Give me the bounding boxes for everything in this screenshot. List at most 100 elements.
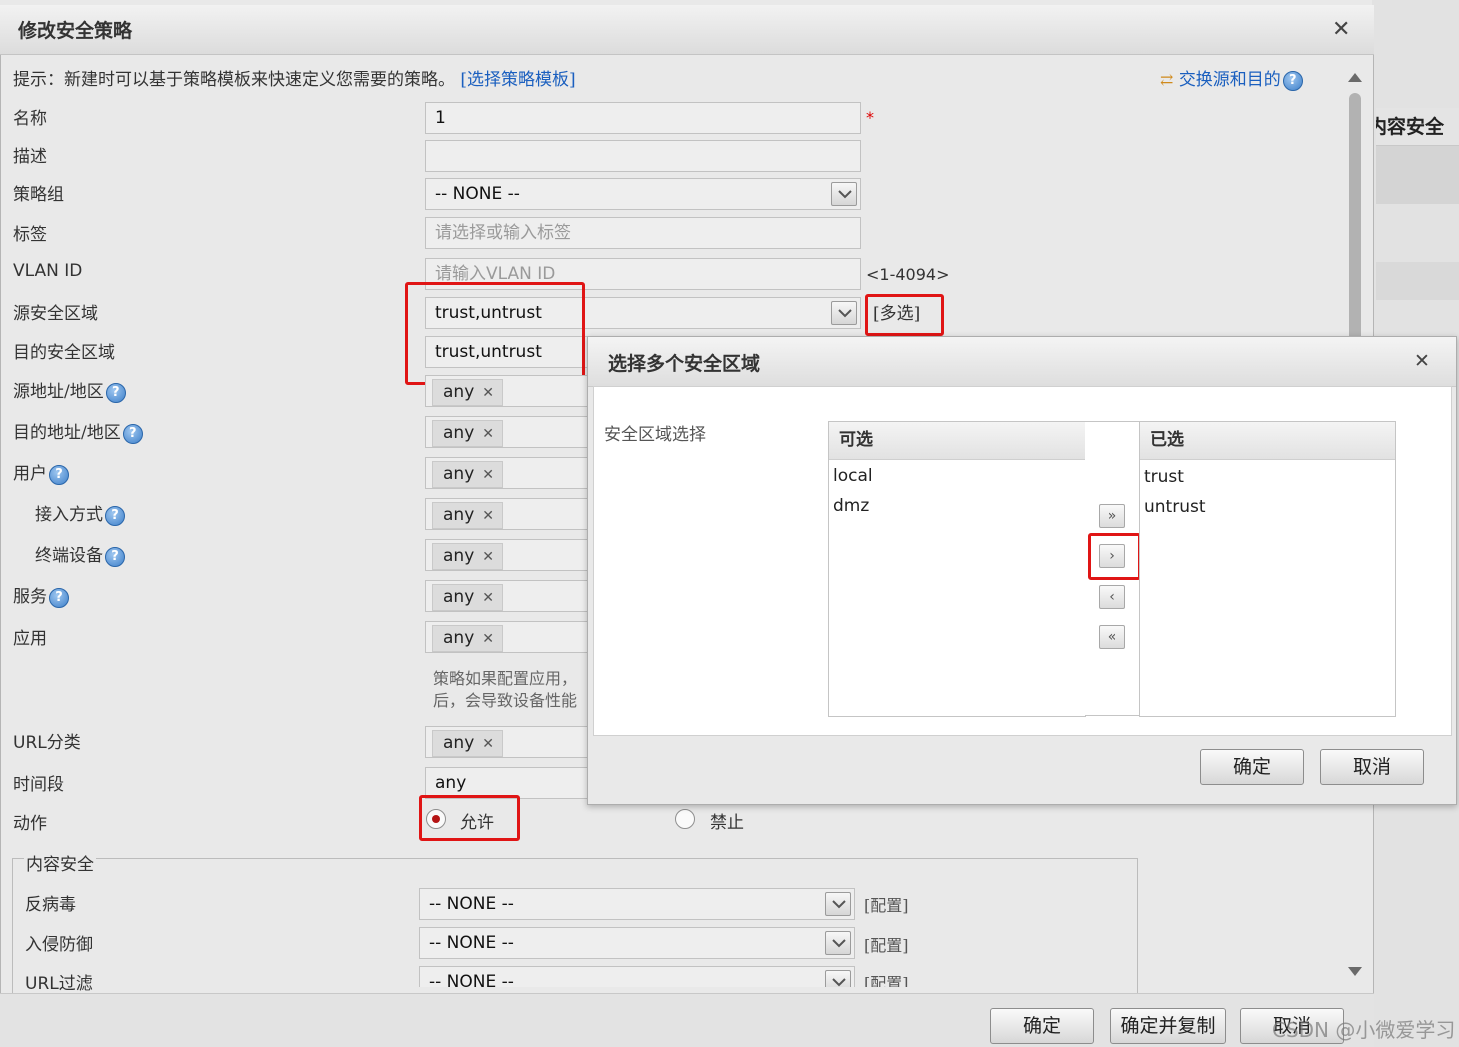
app-help-line: 后，会导致设备性能 [433, 691, 578, 710]
zone-dialog-title: 选择多个安全区域 [608, 353, 761, 375]
highlight-box [419, 795, 520, 841]
zone-cancel-button[interactable]: 取消 [1320, 749, 1424, 785]
help-icon[interactable]: ? [105, 546, 125, 567]
dst-addr-field[interactable]: any ✕ [425, 416, 590, 448]
remove-icon[interactable]: ✕ [482, 467, 494, 483]
antivirus-config-link[interactable]: [配置] [864, 892, 909, 916]
swap-src-dst-link[interactable]: ⇄ 交换源和目的? [1160, 65, 1303, 91]
antivirus-select[interactable]: -- NONE -- [419, 888, 855, 920]
tag-label: 标签 [13, 225, 47, 245]
desc-label: 描述 [13, 147, 47, 167]
tag-input[interactable]: 请选择或输入标签 [425, 217, 861, 249]
remove-icon[interactable]: ✕ [482, 549, 494, 565]
watermark: CSDN @小微爱学习 [1272, 1018, 1456, 1042]
url-filter-label: URL过滤 [25, 974, 93, 994]
list-item[interactable]: untrust [1140, 492, 1395, 522]
ips-config-link[interactable]: [配置] [864, 932, 909, 956]
zone-field-label: 安全区域选择 [604, 425, 706, 445]
service-field[interactable]: any ✕ [425, 580, 590, 612]
url-filter-config-clip: [配置] [864, 966, 909, 987]
dialog-titlebar [0, 5, 1374, 55]
list-item[interactable]: local [829, 461, 1085, 491]
access-field[interactable]: any ✕ [425, 498, 590, 530]
move-left-button[interactable]: ‹ [1099, 585, 1125, 609]
remove-icon[interactable]: ✕ [482, 508, 494, 524]
scrollbar-thumb[interactable] [1349, 93, 1361, 353]
swap-icon: ⇄ [1160, 70, 1174, 89]
help-icon[interactable]: ? [122, 423, 143, 444]
selected-zones-list[interactable]: 已选 trust untrust [1139, 421, 1396, 717]
help-icon[interactable]: ? [49, 587, 69, 608]
vlan-label: VLAN ID [13, 261, 83, 281]
remove-icon[interactable]: ✕ [482, 385, 494, 401]
src-addr-field[interactable]: any ✕ [425, 375, 590, 407]
background-tab-content-security[interactable]: 内容安全 [1376, 108, 1459, 146]
policy-group-value: -- NONE -- [435, 184, 520, 204]
dst-zone-label: 目的安全区域 [13, 343, 115, 363]
url-filter-value: -- NONE -- [429, 972, 514, 987]
select-template-link[interactable]: [选择策略模板] [460, 70, 575, 90]
dropdown-arrow-icon[interactable] [831, 182, 857, 206]
policy-group-select[interactable]: -- NONE -- [425, 178, 861, 210]
user-field[interactable]: any ✕ [425, 457, 590, 489]
url-category-field[interactable]: any ✕ [425, 726, 590, 758]
app-help-text: 策略如果配置应用， 后，会导致设备性能 [433, 668, 593, 712]
help-icon[interactable]: ? [105, 505, 125, 526]
highlight-box [405, 282, 585, 385]
src-zone-label: 源安全区域 [13, 304, 98, 324]
swap-label: 交换源和目的 [1178, 70, 1281, 90]
move-all-left-button[interactable]: « [1099, 625, 1125, 649]
ips-value: -- NONE -- [429, 933, 514, 953]
desc-input[interactable] [425, 140, 861, 172]
available-header: 可选 [829, 422, 1085, 460]
app-help-line: 策略如果配置应用， [433, 669, 578, 688]
help-icon[interactable]: ? [49, 464, 69, 485]
time-label: 时间段 [13, 775, 64, 795]
user-label: 用户? [13, 459, 69, 485]
dropdown-arrow-icon[interactable] [831, 301, 857, 325]
dialog-title: 修改安全策略 [18, 20, 133, 42]
url-category-label: URL分类 [13, 733, 81, 753]
ips-select[interactable]: -- NONE -- [419, 927, 855, 959]
any-chip: any ✕ [432, 543, 503, 570]
list-item[interactable]: dmz [829, 491, 1085, 521]
terminal-field[interactable]: any ✕ [425, 539, 590, 571]
move-all-right-button[interactable]: » [1099, 504, 1125, 528]
url-filter-config-link[interactable]: [配置] [864, 970, 909, 987]
help-icon[interactable]: ? [105, 382, 126, 403]
help-icon[interactable]: ? [1282, 70, 1303, 91]
any-chip: any ✕ [432, 625, 503, 652]
close-icon[interactable]: ✕ [1332, 17, 1350, 42]
close-icon[interactable]: ✕ [1414, 350, 1430, 372]
background-row [1376, 262, 1459, 300]
service-label: 服务? [13, 582, 69, 608]
hint-prefix: 提示：新建时可以基于策略模板来快速定义您需要的策略。 [13, 70, 455, 90]
antivirus-label: 反病毒 [25, 895, 76, 915]
dropdown-arrow-icon[interactable] [825, 970, 851, 987]
remove-icon[interactable]: ✕ [482, 631, 494, 647]
list-item[interactable]: trust [1140, 462, 1395, 492]
required-mark: * [866, 108, 874, 127]
action-label: 动作 [13, 814, 47, 834]
highlight-box [865, 294, 944, 336]
scroll-up-icon[interactable] [1347, 68, 1363, 87]
available-zones-list[interactable]: 可选 local dmz [828, 421, 1086, 717]
name-input[interactable]: 1 [425, 102, 861, 134]
remove-icon[interactable]: ✕ [482, 426, 494, 442]
deny-radio[interactable] [675, 809, 695, 829]
scroll-down-icon[interactable] [1347, 963, 1363, 982]
zone-ok-button[interactable]: 确定 [1200, 749, 1304, 785]
remove-icon[interactable]: ✕ [482, 736, 494, 752]
ok-button[interactable]: 确定 [990, 1008, 1094, 1044]
url-filter-select[interactable]: -- NONE -- [419, 966, 855, 987]
ips-label: 入侵防御 [25, 935, 93, 955]
dropdown-arrow-icon[interactable] [825, 931, 851, 955]
url-filter-clip: -- NONE -- [419, 966, 855, 987]
dst-addr-label: 目的地址/地区? [13, 418, 143, 444]
app-field[interactable]: any ✕ [425, 621, 590, 653]
any-chip: any ✕ [432, 502, 503, 529]
dropdown-arrow-icon[interactable] [825, 892, 851, 916]
any-chip: any ✕ [432, 461, 503, 488]
ok-and-copy-button[interactable]: 确定并复制 [1110, 1008, 1226, 1044]
remove-icon[interactable]: ✕ [482, 590, 494, 606]
